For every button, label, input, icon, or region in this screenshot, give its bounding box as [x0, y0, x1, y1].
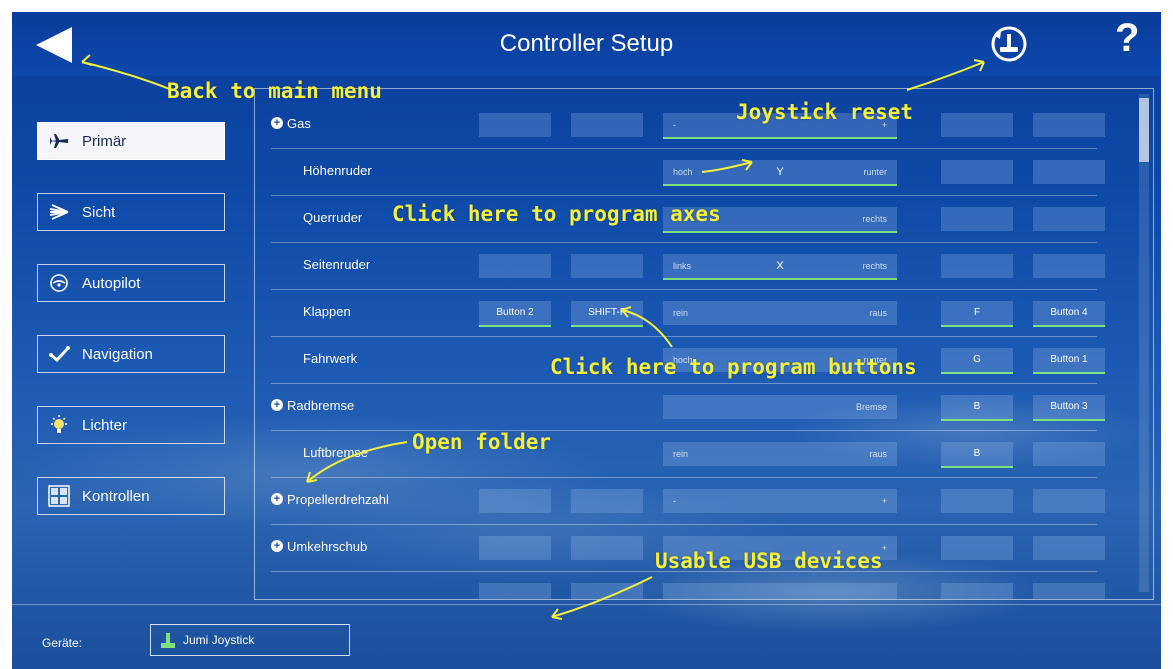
annotation-arrows	[81, 54, 985, 620]
annotation-buttons: Click here to program buttons	[550, 355, 917, 379]
annotation-folder: Open folder	[412, 430, 552, 454]
annotation-back: Back to main menu	[167, 79, 382, 103]
annotation-axes: Click here to program axes	[392, 202, 721, 226]
annotation-reset: Joystick reset	[736, 100, 914, 124]
controller-setup-screen: Controller Setup ? Primär Sicht Autopilo…	[12, 12, 1161, 669]
annotation-usb: Usable USB devices	[655, 549, 883, 573]
